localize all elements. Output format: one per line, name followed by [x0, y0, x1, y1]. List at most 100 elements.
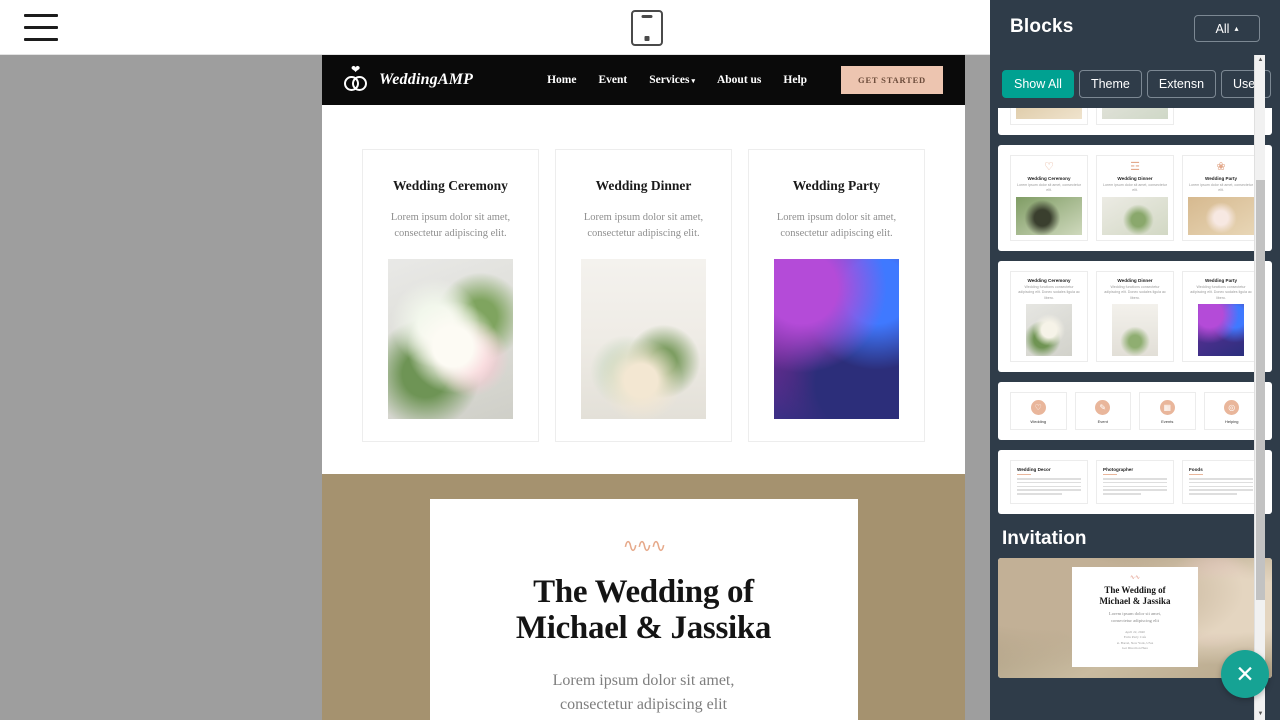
- scroll-up-arrow-icon[interactable]: ▲: [1257, 57, 1264, 64]
- mini-card-desc: Wedding functions consectetur adipiscing…: [1102, 285, 1168, 301]
- blocks-list[interactable]: ♡ Wedding Ceremony Lorem ipsum dolor sit…: [990, 108, 1280, 720]
- mini-icon-label: Wedding: [1015, 419, 1062, 424]
- canvas-scrollbar[interactable]: ▲ ▼: [1254, 55, 1265, 720]
- site-nav-links: Home Event Services▾ About us Help GET S…: [547, 66, 943, 94]
- blocks-filter-tabs: Show All Theme Extensn User: [1002, 70, 1271, 98]
- nav-link-about-us[interactable]: About us: [717, 74, 761, 86]
- feature-card[interactable]: Wedding Dinner Lorem ipsum dolor sit ame…: [555, 149, 732, 442]
- mini-text-card: Photographer: [1096, 460, 1174, 504]
- invitation-thumb-sub-line2: consectetur adipiscing elit: [1111, 618, 1159, 623]
- feature-card-text: Lorem ipsum dolor sit amet, consectetur …: [377, 210, 524, 243]
- block-thumbnail-icon-features[interactable]: ♡ Wedding ✎ Event ▦ Events ◎ Helping: [998, 382, 1272, 440]
- invitation-thumb-heading-line1: The Wedding of: [1104, 585, 1165, 595]
- mini-icon-card: ◎ Helping: [1204, 392, 1261, 430]
- block-thumbnail-row: ♡ Wedding Ceremony Lorem ipsum dolor sit…: [1010, 155, 1260, 241]
- canvas-scrollbar-thumb[interactable]: [1256, 180, 1265, 600]
- block-thumbnail-row: Wedding Ceremony Wedding functions conse…: [1010, 271, 1260, 362]
- close-panel-button[interactable]: ✕: [1221, 650, 1269, 698]
- get-started-button[interactable]: GET STARTED: [841, 66, 943, 94]
- mini-text-line: [1189, 478, 1253, 480]
- mini-card-desc: Lorem ipsum dolor sit amet, consectetur …: [1016, 183, 1082, 194]
- mini-photo: [1198, 304, 1244, 356]
- mini-icon-label: Event: [1080, 419, 1127, 424]
- nav-link-event[interactable]: Event: [598, 74, 627, 86]
- tab-extension[interactable]: Extensn: [1147, 70, 1216, 98]
- mini-card: [1010, 108, 1088, 125]
- mini-text-line: [1017, 486, 1081, 488]
- scroll-down-arrow-icon[interactable]: ▼: [1257, 711, 1264, 718]
- invitation-block[interactable]: ∿∿∿ The Wedding of Michael & Jassika Lor…: [322, 474, 965, 720]
- nav-link-services[interactable]: Services▾: [649, 74, 695, 86]
- block-thumbnail-text-columns[interactable]: Wedding Decor Photographer: [998, 450, 1272, 514]
- chevron-down-icon: ▾: [691, 77, 695, 85]
- tab-show-all[interactable]: Show All: [1002, 70, 1074, 98]
- hamburger-bar: [24, 26, 58, 29]
- mini-card-title: Wedding Party: [1188, 176, 1254, 181]
- site-navbar: ❤ WeddingAMP Home Event Services▾ About …: [322, 55, 965, 105]
- chevron-up-icon: ▴: [1234, 24, 1238, 33]
- mini-text-line: [1189, 489, 1253, 491]
- mini-text-line: [1103, 482, 1167, 484]
- feature-card-title: Wedding Dinner: [570, 178, 717, 194]
- block-thumbnail-partial[interactable]: [998, 108, 1272, 135]
- mini-text-line: [1017, 493, 1062, 495]
- invitation-thumb-meta-line2: Errin Party Cafe: [1124, 635, 1146, 639]
- block-thumbnail-features-tall[interactable]: Wedding Ceremony Wedding functions conse…: [998, 261, 1272, 372]
- mini-text-line: [1103, 493, 1141, 495]
- mini-card-desc: Lorem ipsum dolor sit amet, consectetur …: [1188, 183, 1254, 194]
- device-home-button: [645, 36, 650, 41]
- block-thumbnail-row: ♡ Wedding ✎ Event ▦ Events ◎ Helping: [1010, 392, 1260, 430]
- invitation-subtext: Lorem ipsum dolor sit amet, consectetur …: [460, 669, 828, 717]
- mini-text-underline: [1017, 474, 1031, 475]
- mini-card: ♡ Wedding Ceremony Lorem ipsum dolor sit…: [1010, 155, 1088, 241]
- mini-card-desc: Lorem ipsum dolor sit amet, consectetur …: [1102, 183, 1168, 194]
- mini-text-underline: [1189, 474, 1203, 475]
- block-thumbnail-features-photo[interactable]: ♡ Wedding Ceremony Lorem ipsum dolor sit…: [998, 145, 1272, 251]
- mini-photo: [1102, 197, 1168, 235]
- invitation-thumb-heading-line2: Michael & Jassika: [1100, 596, 1171, 606]
- hamburger-menu-icon[interactable]: [24, 14, 58, 41]
- feature-card-text: Lorem ipsum dolor sit amet, consectetur …: [763, 210, 910, 243]
- mini-text-line: [1103, 489, 1167, 491]
- nav-link-help[interactable]: Help: [783, 74, 807, 86]
- mini-card-title: Wedding Ceremony: [1016, 278, 1082, 283]
- mini-text-title: Wedding Decor: [1017, 467, 1081, 472]
- invitation-subtext-line2: consectetur adipiscing elit: [560, 696, 727, 713]
- feature-cards-block: Wedding Ceremony Lorem ipsum dolor sit a…: [322, 105, 965, 474]
- blocks-filter-select[interactable]: All ▴: [1194, 15, 1260, 42]
- feature-card[interactable]: Wedding Ceremony Lorem ipsum dolor sit a…: [362, 149, 539, 442]
- couple-dancing-photo: [774, 259, 899, 419]
- invitation-thumb-meta: April 22, 2040 Errin Party Cafe st. Barr…: [1080, 630, 1190, 652]
- tab-theme[interactable]: Theme: [1079, 70, 1142, 98]
- mini-card-title: Wedding Ceremony: [1016, 176, 1082, 181]
- nav-link-home[interactable]: Home: [547, 74, 576, 86]
- mini-icon-card: ▦ Events: [1139, 392, 1196, 430]
- site-brand[interactable]: ❤ WeddingAMP: [344, 66, 473, 94]
- ring-right: [352, 76, 367, 91]
- blocks-sidebar-header: Blocks All ▴ Show All Theme Extensn User: [990, 0, 1280, 108]
- mini-photo: [1016, 197, 1082, 235]
- preview-canvas[interactable]: ❤ WeddingAMP Home Event Services▾ About …: [0, 55, 990, 720]
- mini-card-title: Wedding Party: [1188, 278, 1254, 283]
- mini-text-line: [1189, 493, 1237, 495]
- device-speaker: [642, 15, 653, 18]
- mini-photo: [1016, 108, 1082, 119]
- mini-text-card: Wedding Decor: [1010, 460, 1088, 504]
- feature-card-text: Lorem ipsum dolor sit amet, consectetur …: [570, 210, 717, 243]
- heart-glyph: ❤: [351, 66, 360, 74]
- invitation-thumb-heading: The Wedding of Michael & Jassika: [1080, 585, 1190, 607]
- mini-card: Wedding Party Wedding functions consecte…: [1182, 271, 1260, 362]
- nav-link-services-label: Services: [649, 74, 689, 86]
- cutlery-icon: ☲: [1102, 162, 1168, 173]
- top-toolbar: [0, 0, 990, 55]
- mobile-device-icon[interactable]: [631, 10, 663, 46]
- invitation-thumb-subtext: Lorem ipsum dolor sit amet, consectetur …: [1080, 611, 1190, 624]
- feature-card[interactable]: Wedding Party Lorem ipsum dolor sit amet…: [748, 149, 925, 442]
- mini-text-line: [1189, 486, 1253, 488]
- mini-photo: [1188, 197, 1254, 235]
- mini-text-line: [1017, 489, 1081, 491]
- mini-card: ☲ Wedding Dinner Lorem ipsum dolor sit a…: [1096, 155, 1174, 241]
- mini-text-line: [1017, 478, 1081, 480]
- site-preview-page: ❤ WeddingAMP Home Event Services▾ About …: [322, 55, 965, 720]
- mini-text-title: Foods: [1189, 467, 1253, 472]
